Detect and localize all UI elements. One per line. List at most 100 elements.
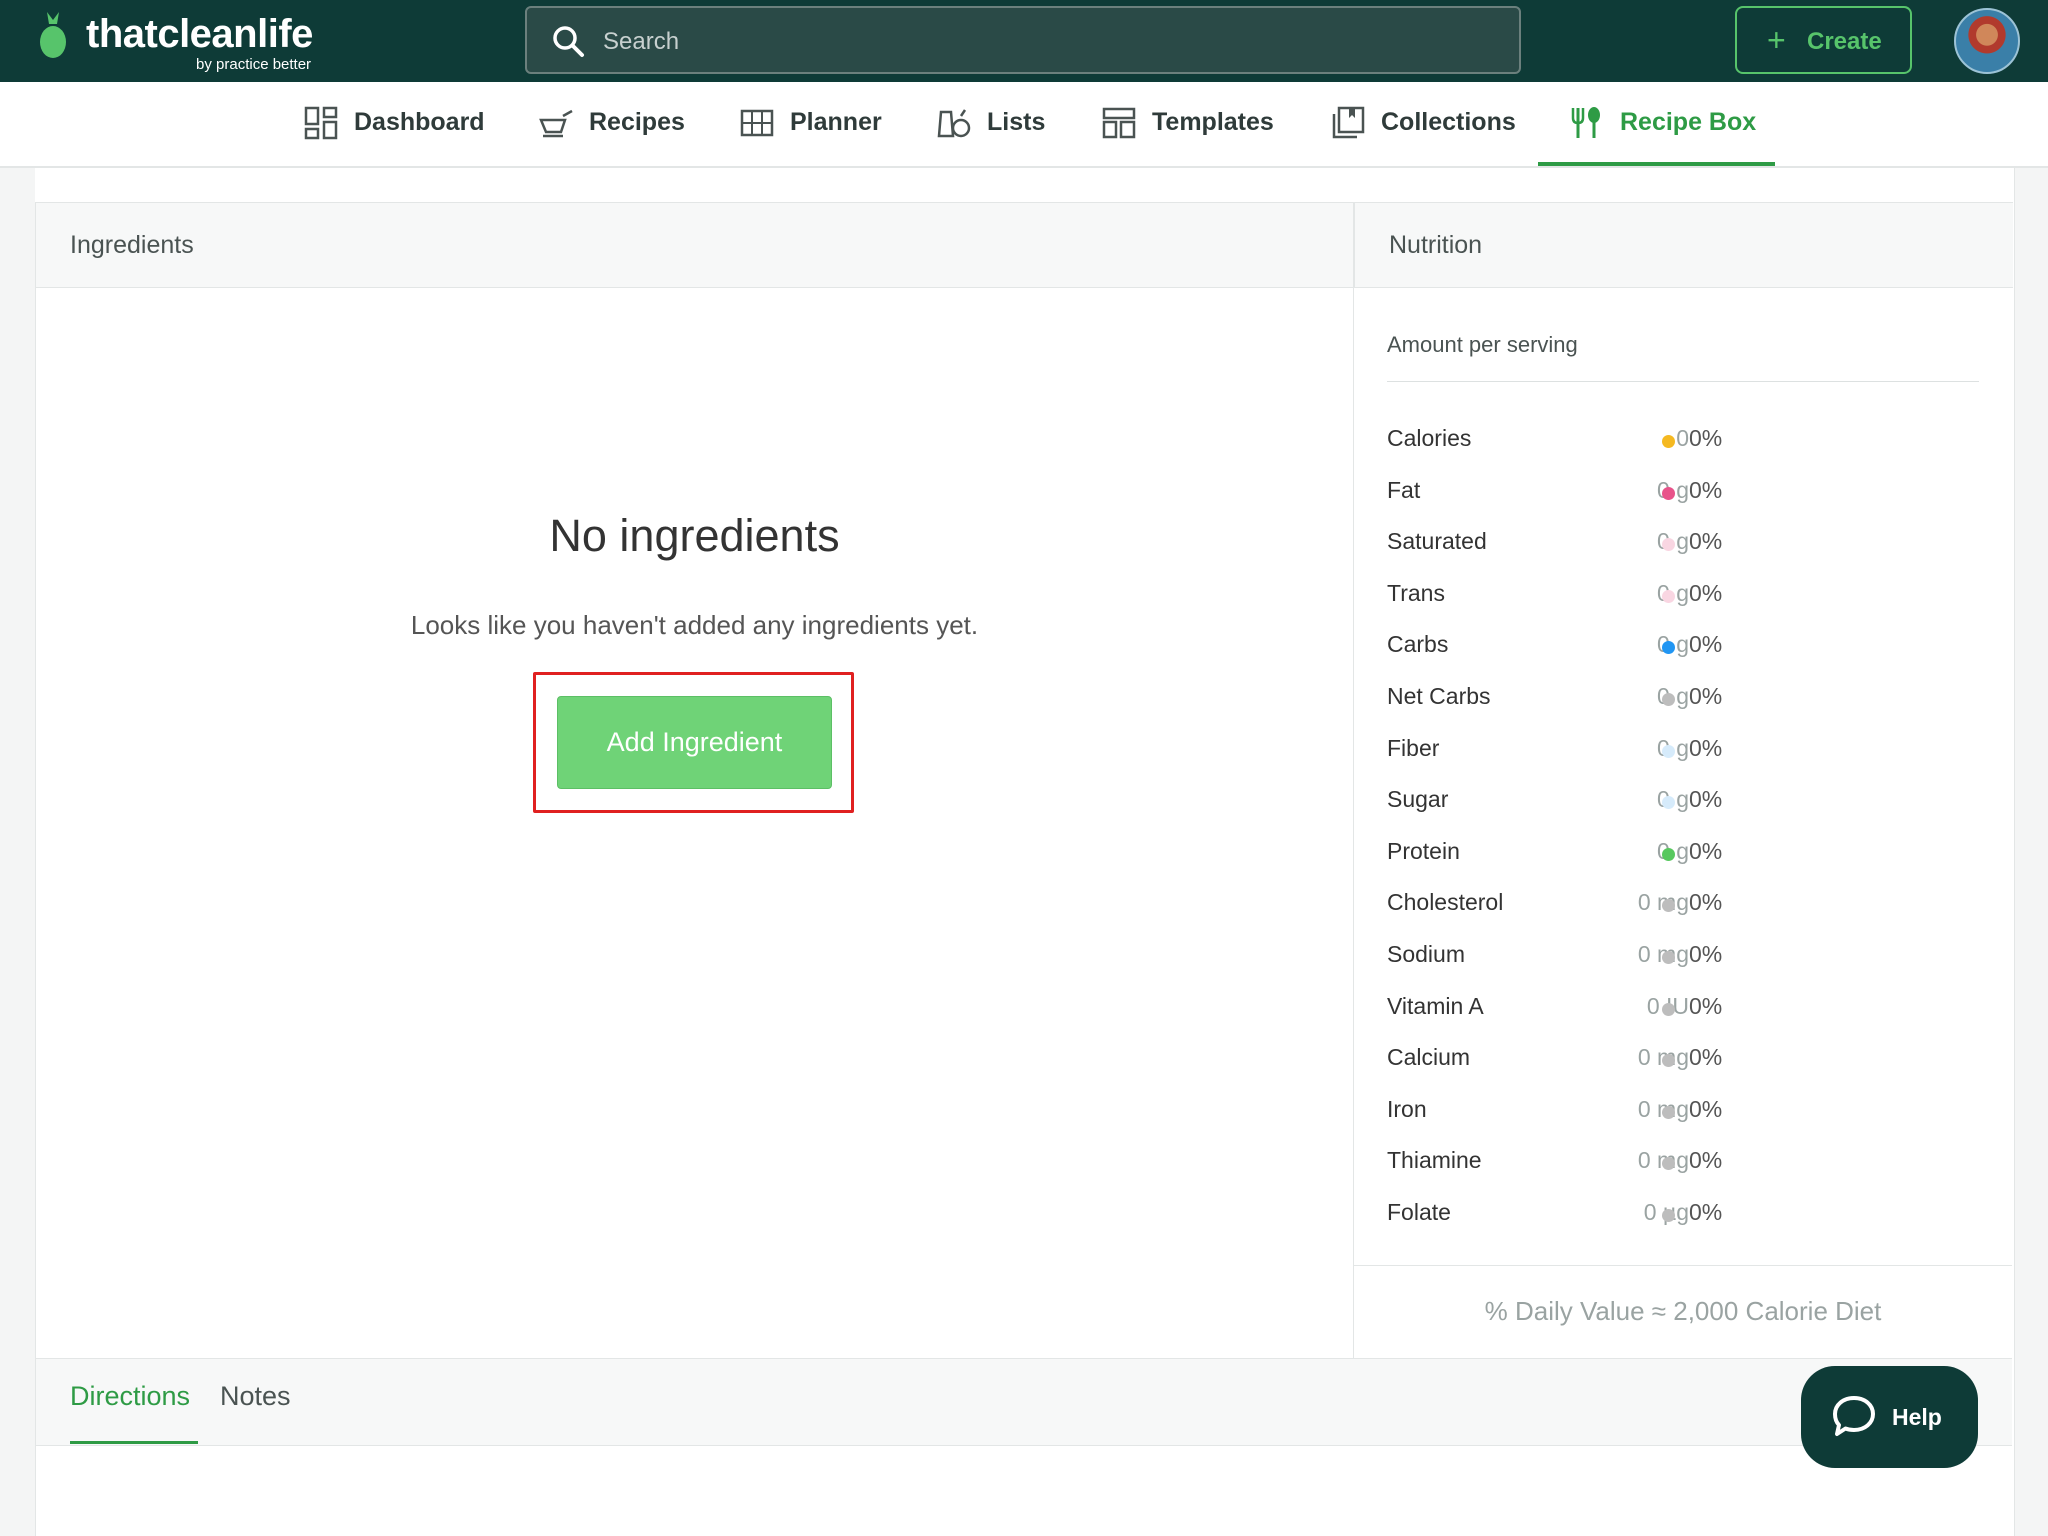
nutrition-row: Calcium0 mg0%: [1387, 1044, 1987, 1084]
nutrient-color-dot: [1662, 1003, 1675, 1016]
nutrient-color-dot: [1662, 1157, 1675, 1170]
nutrient-name: Saturated: [1387, 528, 1487, 554]
active-tab-indicator: [70, 1441, 198, 1444]
card-top-strip: [35, 168, 2013, 203]
nutrient-color-dot: [1662, 899, 1675, 912]
directions-notes-tabs: Directions Notes: [36, 1358, 2012, 1446]
daily-value-note: % Daily Value ≈ 2,000 Calorie Diet: [1484, 1296, 1882, 1326]
empty-state-subtitle: Looks like you haven't added any ingredi…: [410, 610, 979, 640]
column-divider: [1353, 203, 1354, 1358]
nav-label: Lists: [987, 108, 1046, 136]
help-label: Help: [1892, 1404, 1942, 1430]
nutrient-name: Protein: [1387, 838, 1460, 864]
divider: [1387, 381, 1979, 382]
nutrient-color-dot: [1662, 641, 1675, 654]
nutrition-row: Carbs0 g0%: [1387, 631, 1987, 671]
create-button[interactable]: + Create: [1735, 6, 1912, 74]
create-label: Create: [1807, 28, 1882, 55]
nutrient-name: Fiber: [1387, 735, 1440, 761]
recipes-icon: [539, 109, 573, 138]
nutrient-percent: 0%: [1689, 683, 1723, 709]
avatar[interactable]: [1954, 8, 2020, 74]
plus-icon: +: [1767, 22, 1786, 58]
nav-label: Templates: [1152, 108, 1274, 136]
nutrient-percent: 0%: [1689, 477, 1723, 503]
nutrient-percent: 0%: [1689, 1096, 1723, 1122]
nutrient-name: Iron: [1387, 1096, 1427, 1122]
nutrition-row: Fiber0 g0%: [1387, 735, 1987, 775]
nutrient-name: Vitamin A: [1387, 993, 1484, 1019]
search-input[interactable]: Search: [525, 6, 1521, 74]
empty-state-title: No ingredients: [549, 510, 840, 561]
brand-logo[interactable]: thatcleanlife by practice better: [38, 10, 358, 74]
nutrient-color-dot: [1662, 951, 1675, 964]
search-icon: [553, 26, 584, 57]
nutrition-row: Vitamin A0 IU 0%: [1387, 993, 1987, 1033]
nutrition-row: Iron0 mg0%: [1387, 1096, 1987, 1136]
nutrient-percent: 0%: [1689, 528, 1723, 554]
chat-bubble-icon: [1833, 1396, 1875, 1436]
nutrition-row: Sodium0 mg0%: [1387, 941, 1987, 981]
nutrition-row: Folate 0 µg 0%: [1387, 1199, 1987, 1239]
nutrient-name: Sodium: [1387, 941, 1465, 967]
nutrient-percent: 0%: [1689, 735, 1723, 761]
nutrition-row: Thiamine0 mg0%: [1387, 1147, 1987, 1187]
main-nav: Dashboard Recipes Planner Lists Template…: [0, 82, 2048, 168]
brand-name: thatcleanlife: [86, 12, 313, 56]
nutrient-color-dot: [1662, 1054, 1675, 1067]
nutrient-color-dot: [1662, 435, 1675, 448]
nutrient-name: Net Carbs: [1387, 683, 1491, 709]
nav-label: Dashboard: [354, 108, 485, 136]
dashboard-icon: [304, 106, 338, 140]
nutrient-percent: 0%: [1689, 1147, 1723, 1173]
nutrient-color-dot: [1662, 1106, 1675, 1119]
nutrient-color-dot: [1662, 848, 1675, 861]
nutrient-name: Carbs: [1387, 631, 1449, 657]
nutrient-percent: 0%: [1689, 631, 1723, 657]
divider: [1354, 1265, 2012, 1266]
nutrient-percent: 0%: [1689, 1044, 1723, 1070]
top-bar: thatcleanlife by practice better Search …: [0, 0, 2048, 82]
nutrition-row: Sugar0 g0%: [1387, 786, 1987, 826]
fork-spoon-icon: [1571, 107, 1600, 138]
nutrient-color-dot: [1662, 745, 1675, 758]
nutrient-percent: 0%: [1689, 425, 1723, 451]
nutrition-row: Protein0 g0%: [1387, 838, 1987, 878]
nutrient-name: Calcium: [1387, 1044, 1471, 1070]
brand-byline: by practice better: [196, 56, 312, 73]
nutrition-row: Fat0 g0%: [1387, 477, 1987, 517]
tab-notes[interactable]: Notes: [220, 1381, 291, 1412]
nutrition-row: Trans0 g0%: [1387, 580, 1987, 620]
nav-label: Recipes: [589, 108, 685, 136]
add-ingredient-button[interactable]: Add Ingredient: [557, 696, 832, 789]
active-tab-indicator: [1538, 162, 1775, 166]
nutrient-color-dot: [1662, 538, 1675, 551]
nutrient-value: 0: [1676, 425, 1689, 451]
ingredients-header: Ingredients: [36, 203, 1353, 288]
nutrient-name: Thiamine: [1387, 1147, 1482, 1173]
nutrient-color-dot: [1662, 1209, 1675, 1222]
nutrient-color-dot: [1662, 796, 1675, 809]
nutrient-color-dot: [1662, 693, 1675, 706]
search-placeholder: Search: [603, 28, 680, 55]
nutrient-name: Trans: [1387, 580, 1445, 606]
nutrient-percent: 0%: [1689, 838, 1723, 864]
planner-icon: [740, 109, 774, 137]
nutrient-percent: 0%: [1689, 1199, 1723, 1225]
nutrient-name: Fat: [1387, 477, 1421, 503]
tab-directions[interactable]: Directions: [70, 1381, 190, 1412]
templates-icon: [1102, 107, 1136, 139]
lists-icon: [937, 109, 971, 138]
nav-label: Collections: [1381, 108, 1516, 136]
nutrition-row: Net Carbs0 g0%: [1387, 683, 1987, 723]
nutrition-row: Cholesterol0 mg0%: [1387, 889, 1987, 929]
nav-label: Recipe Box: [1620, 108, 1757, 136]
nutrition-row: Calories 0 0%: [1387, 425, 1987, 465]
nutrient-color-dot: [1662, 487, 1675, 500]
nutrition-header: Nutrition: [1354, 203, 2013, 288]
ingredients-heading: Ingredients: [70, 231, 194, 259]
nutrient-name: Cholesterol: [1387, 889, 1504, 915]
help-button[interactable]: Help: [1801, 1366, 1978, 1468]
nutrient-percent: 0%: [1689, 889, 1723, 915]
leaf-icon: [40, 12, 66, 58]
